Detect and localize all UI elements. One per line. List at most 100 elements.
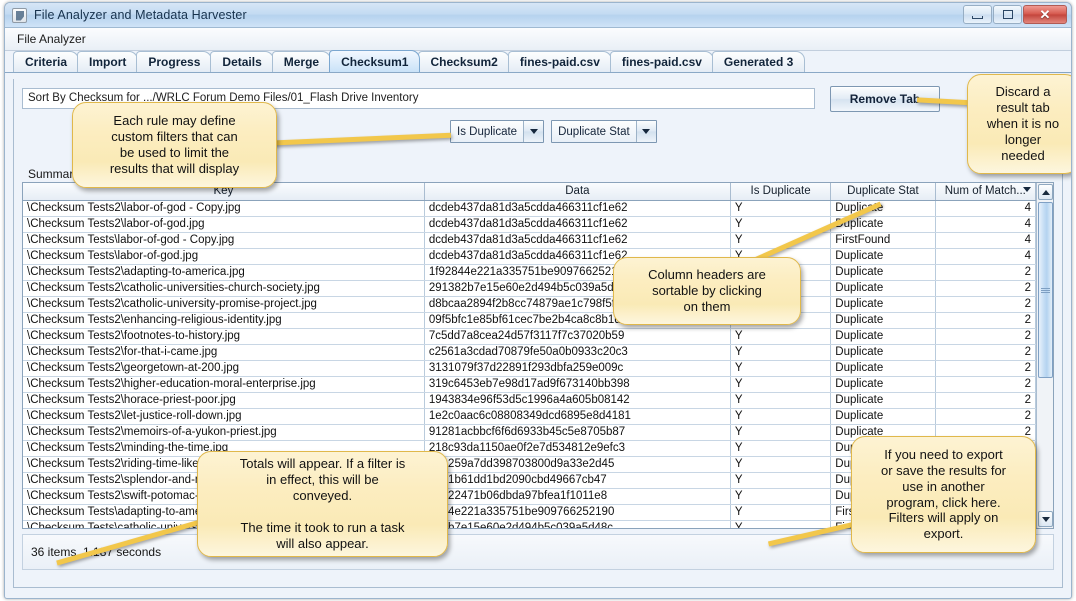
cell-key: \Checksum Tests2\enhancing-religious-ide… [23, 312, 425, 329]
cell-key: \Checksum Tests2\horace-priest-poor.jpg [23, 392, 425, 409]
cell-is-duplicate: Y [730, 392, 832, 409]
table-row[interactable]: \Checksum Tests2\catholic-universities-c… [23, 280, 1036, 297]
cell-key: \Checksum Tests2\memoirs-of-a-yukon-prie… [23, 424, 425, 441]
chevron-down-icon[interactable] [523, 121, 544, 142]
tab-fines-paid-csv[interactable]: fines-paid.csv [507, 51, 612, 72]
cell-key: \Checksum Tests2\footnotes-to-history.jp… [23, 328, 425, 345]
tab-fines-paid-csv[interactable]: fines-paid.csv [609, 51, 714, 72]
tab-criteria[interactable]: Criteria [13, 51, 80, 72]
cell-key: \Checksum Tests\labor-of-god.jpg [23, 248, 425, 265]
cell-data: e2a259a7dd398703800d9a33e2d45 [424, 456, 731, 473]
tab-import[interactable]: Import [77, 51, 139, 72]
cell-num-of-match-: 2 [935, 392, 1036, 409]
cell-is-duplicate: Y [730, 424, 832, 441]
cell-num-of-match-: 2 [935, 280, 1036, 297]
filter-combo-is-duplicate[interactable]: Is Duplicate [450, 120, 545, 143]
tab-generated-3[interactable]: Generated 3 [711, 51, 806, 72]
table-row[interactable]: \Checksum Tests2\let-justice-roll-down.j… [23, 408, 1036, 425]
cell-num-of-match-: 2 [935, 312, 1036, 329]
cell-key: \Checksum Tests2\catholic-university-pro… [23, 296, 425, 313]
cell-key: \Checksum Tests2\adapting-to-america.jpg [23, 264, 425, 281]
filter-combo-is-duplicate-label: Is Duplicate [451, 121, 524, 142]
callout-filters: Each rule may define custom filters that… [72, 102, 277, 188]
cell-duplicate-stat: Duplicate [830, 344, 936, 361]
cell-key: \Checksum Tests2\georgetown-at-200.jpg [23, 360, 425, 377]
cell-duplicate-stat: Duplicate [830, 248, 936, 265]
scroll-up-button[interactable] [1038, 184, 1053, 200]
title-bar: File Analyzer and Metadata Harvester ✕ [5, 3, 1071, 28]
tab-progress[interactable]: Progress [136, 51, 213, 72]
tab-strip: Criteria Import Progress Details Merge Checks… [5, 50, 1071, 73]
table-row[interactable]: \Checksum Tests2\horace-priest-poor.jpg 1… [23, 392, 1036, 409]
sort-descending-icon [1023, 187, 1031, 192]
cell-duplicate-stat: Duplicate [830, 280, 936, 297]
cell-key: \Checksum Tests2\catholic-universities-c… [23, 280, 425, 297]
scroll-down-button[interactable] [1038, 511, 1053, 527]
cell-num-of-match-: 2 [935, 376, 1036, 393]
cell-data: 382b7e15e60e2d494b5c039a5d48c [424, 520, 731, 528]
close-button[interactable]: ✕ [1023, 5, 1067, 24]
cell-is-duplicate: Y [730, 328, 832, 345]
triangle-down-icon [1041, 516, 1050, 522]
cell-is-duplicate: Y [730, 488, 832, 505]
cell-duplicate-stat: Duplicate [830, 296, 936, 313]
tab-details[interactable]: Details [210, 51, 274, 72]
callout-sortable: Column headers are sortable by clicking … [613, 257, 801, 325]
cell-duplicate-stat: Duplicate [830, 328, 936, 345]
cell-num-of-match-: 4 [935, 216, 1036, 233]
cell-data: 1943834e96f53d5c1996a4a605b08142 [424, 392, 731, 409]
table-row[interactable]: \Checksum Tests2\labor-of-god - Copy.jpg… [23, 200, 1036, 217]
cell-num-of-match-: 2 [935, 360, 1036, 377]
table-row[interactable]: \Checksum Tests2\higher-education-moral-… [23, 376, 1036, 393]
callout-totals: Totals will appear. If a filter is in ef… [197, 451, 448, 557]
cell-is-duplicate: Y [730, 520, 832, 528]
cell-is-duplicate: Y [730, 440, 832, 457]
table-row[interactable]: \Checksum Tests2\adapting-to-america.jpg… [23, 264, 1036, 281]
table-row[interactable]: \Checksum Tests\labor-of-god - Copy.jpg d… [23, 232, 1036, 249]
filter-combos: Is Duplicate Duplicate Stat [450, 120, 657, 143]
cell-num-of-match-: 2 [935, 408, 1036, 425]
cell-is-duplicate: Y [730, 504, 832, 521]
cell-duplicate-stat: FirstFound [830, 232, 936, 249]
table-row[interactable]: \Checksum Tests2\enhancing-religious-ide… [23, 312, 1036, 329]
cell-duplicate-stat: Duplicate [830, 312, 936, 329]
cell-data: 218c93da1150ae0f2e7d534812e9efc3 [424, 440, 731, 457]
maximize-button[interactable] [993, 5, 1022, 24]
cell-key: \Checksum Tests2\labor-of-god - Copy.jpg [23, 200, 425, 217]
table-row[interactable]: \Checksum Tests2\catholic-university-pro… [23, 296, 1036, 313]
cell-duplicate-stat: Duplicate [830, 408, 936, 425]
window-title: File Analyzer and Metadata Harvester [34, 8, 247, 22]
cell-duplicate-stat: Duplicate [830, 360, 936, 377]
cell-duplicate-stat: Duplicate [830, 392, 936, 409]
table-row[interactable]: \Checksum Tests2\georgetown-at-200.jpg 31… [23, 360, 1036, 377]
scroll-thumb[interactable] [1038, 202, 1053, 378]
cell-num-of-match-: 2 [935, 264, 1036, 281]
column-header-duplicate-stat[interactable]: Duplicate Stat [830, 183, 936, 201]
cell-num-of-match-: 4 [935, 232, 1036, 249]
tab-merge[interactable]: Merge [271, 51, 332, 72]
cell-duplicate-stat: Duplicate [830, 200, 936, 217]
table-row[interactable]: \Checksum Tests2\for-that-i-came.jpg c256… [23, 344, 1036, 361]
table-row[interactable]: \Checksum Tests\labor-of-god.jpg dcdeb437… [23, 248, 1036, 265]
filter-combo-duplicate-stat[interactable]: Duplicate Stat [551, 120, 657, 143]
cell-is-duplicate: Y [730, 200, 832, 217]
table-row[interactable]: \Checksum Tests2\labor-of-god.jpg dcdeb43… [23, 216, 1036, 233]
column-header-is-duplicate[interactable]: Is Duplicate [730, 183, 832, 201]
tab-checksum2[interactable]: Checksum2 [418, 51, 510, 72]
cell-duplicate-stat: Duplicate [830, 376, 936, 393]
chevron-down-icon[interactable] [635, 121, 656, 142]
table-row[interactable]: \Checksum Tests2\footnotes-to-history.jp… [23, 328, 1036, 345]
vertical-scrollbar[interactable] [1036, 183, 1053, 528]
tab-checksum1[interactable]: Checksum1 [329, 50, 421, 72]
cell-num-of-match-: 4 [935, 200, 1036, 217]
column-header-data[interactable]: Data [424, 183, 731, 201]
filter-combo-duplicate-stat-label: Duplicate Stat [552, 121, 636, 142]
menu-bar: File Analyzer [5, 28, 1071, 51]
cell-data: 2844e221a335751be909766252190 [424, 504, 731, 521]
menu-item-file-analyzer[interactable]: File Analyzer [9, 30, 94, 48]
cell-key: \Checksum Tests2\let-justice-roll-down.j… [23, 408, 425, 425]
column-header-num-of-match-[interactable]: Num of Match... [935, 183, 1036, 201]
java-coffee-cup-icon [12, 7, 27, 23]
minimize-button[interactable] [963, 5, 992, 24]
cell-data: 91281acbbcf6f6d6933b45c5e8705b87 [424, 424, 731, 441]
